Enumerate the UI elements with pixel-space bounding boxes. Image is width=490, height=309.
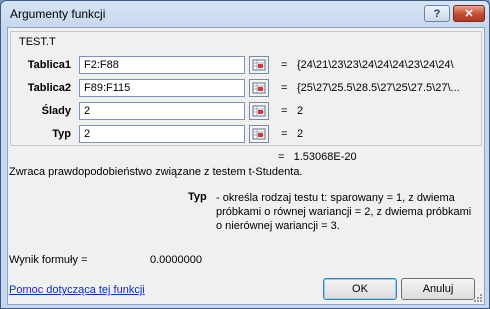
formula-result-value: 0.0000000 [150,254,202,266]
resize-grip-icon[interactable] [473,293,483,303]
function-help-link[interactable]: Pomoc dotycząca tej funkcji [9,284,145,296]
equals-sign: = [281,82,288,94]
formula-result-label: Wynik formuły = [9,254,88,266]
arg-value-slady: 2 [297,105,304,117]
arg-value-typ: 2 [297,128,304,140]
equals-sign: = [281,128,288,140]
arg-label-tablica2: Tablica2 [27,82,71,94]
arg-input-tablica2[interactable] [79,79,245,97]
function-result: = 1.53068E-20 [278,151,357,163]
arg-value-tablica1: {24\21\23\23\24\24\24\23\24\24\ [297,59,454,71]
arg-label-typ: Typ [52,128,71,140]
arg-label-slady: Ślady [41,105,71,117]
function-description: Zwraca prawdopodobieństwo związane z tes… [9,166,303,178]
range-selector-icon[interactable] [249,79,269,97]
arg-input-slady[interactable] [79,102,245,120]
cancel-button[interactable]: Anuluj [401,278,475,300]
arg-help-name: Typ [188,191,207,203]
equals-sign: = [278,151,285,163]
arg-help-text: - określa rodzaj testu t: sparowany = 1,… [216,192,472,232]
close-button[interactable]: ✕ [453,5,485,22]
arguments-group: TEST.T Tablica1 = {24\21\23\23\24\24\24\… [10,31,482,146]
equals-sign: = [281,59,288,71]
arg-label-tablica1: Tablica1 [27,59,71,71]
equals-sign: = [281,105,288,117]
function-name: TEST.T [17,36,58,48]
result-value: 1.53068E-20 [293,151,357,163]
arg-input-typ[interactable] [79,125,245,143]
window-title: Argumenty funkcji [10,7,106,21]
range-selector-icon[interactable] [249,125,269,143]
dialog-body: TEST.T Tablica1 = {24\21\23\23\24\24\24\… [7,27,485,305]
range-selector-icon[interactable] [249,102,269,120]
help-button[interactable]: ? [424,5,450,22]
ok-button[interactable]: OK [323,278,397,300]
arg-value-tablica2: {25\27\25.5\28.5\27\25\27.5\27\... [297,82,460,94]
title-bar[interactable]: Argumenty funkcji ? ✕ [1,1,489,27]
arg-input-tablica1[interactable] [79,56,245,74]
function-arguments-dialog: Argumenty funkcji ? ✕ TEST.T Tablica1 = … [0,0,490,309]
range-selector-icon[interactable] [249,56,269,74]
